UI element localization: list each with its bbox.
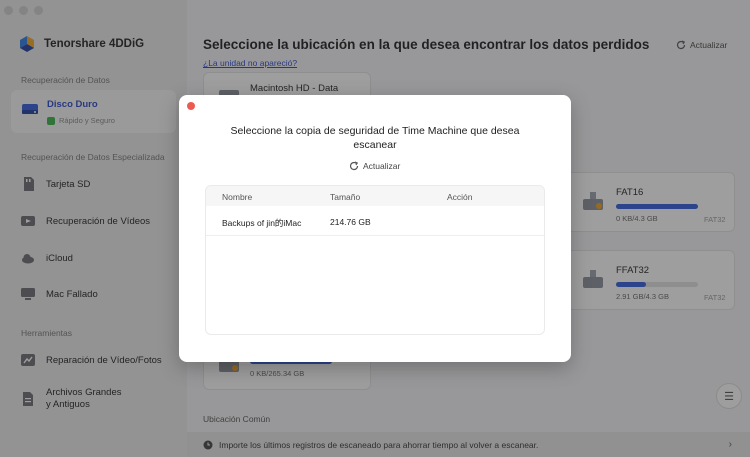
- table-row[interactable]: Backups of jin的iMac 214.76 GB: [206, 206, 544, 236]
- close-dialog-button[interactable]: [187, 102, 195, 110]
- backup-table: Nombre Tamaño Acción Backups of jin的iMac…: [205, 185, 545, 335]
- backup-size: 214.76 GB: [330, 217, 371, 227]
- backup-name: Backups of jin的iMac: [222, 218, 302, 228]
- dialog-title: Seleccione la copia de seguridad de Time…: [230, 125, 520, 151]
- dialog-refresh-button[interactable]: Actualizar: [349, 161, 400, 171]
- table-header: Nombre Tamaño Acción: [206, 186, 544, 206]
- dialog-refresh-label: Actualizar: [363, 161, 401, 171]
- column-header-size: Tamaño: [330, 192, 361, 202]
- time-machine-dialog: Seleccione la copia de seguridad de Time…: [179, 95, 571, 362]
- column-header-name: Nombre: [222, 192, 253, 202]
- refresh-icon: [349, 161, 359, 171]
- column-header-action: Acción: [447, 192, 473, 202]
